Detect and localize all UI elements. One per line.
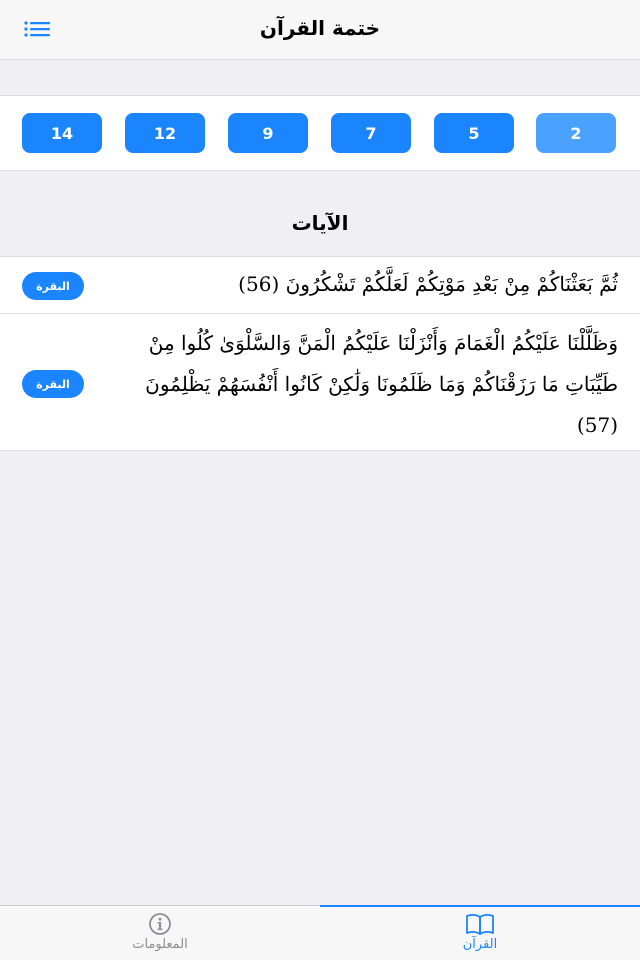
tab-quran[interactable]: القرآن	[320, 905, 640, 960]
verse-text: ثُمَّ بَعَثْنَاكُمْ مِنْ بَعْدِ مَوْتِكُ…	[238, 272, 618, 296]
info-circle-icon	[149, 913, 171, 935]
tab-info[interactable]: المعلومات	[0, 906, 320, 960]
tab-info-label: المعلومات	[132, 937, 188, 952]
tab-quran-label: القرآن	[462, 937, 498, 952]
surah-badge[interactable]: البقرة	[22, 370, 84, 398]
chip-7[interactable]: 7	[331, 113, 411, 153]
verses-section-title: الآيات	[291, 211, 349, 235]
chip-2[interactable]: 2	[536, 113, 616, 153]
chip-14[interactable]: 14	[22, 113, 102, 153]
verse-row[interactable]: ثُمَّ بَعَثْنَاكُمْ مِنْ بَعْدِ مَوْتِكُ…	[0, 257, 640, 314]
chip-9[interactable]: 9	[228, 113, 308, 153]
verse-row[interactable]: وَظَلَّلْنَا عَلَيْكُمُ الْغَمَامَ وَأَن…	[0, 315, 640, 451]
menu-button[interactable]	[24, 20, 52, 38]
navigation-bar: ختمة القرآن	[0, 0, 640, 60]
verse-text: وَظَلَّلْنَا عَلَيْكُمُ الْغَمَامَ وَأَن…	[145, 331, 618, 437]
list-menu-icon	[24, 21, 50, 37]
chip-5[interactable]: 5	[434, 113, 514, 153]
tab-bar: المعلومات القرآن	[0, 905, 640, 960]
open-book-icon	[466, 914, 494, 935]
surah-badge[interactable]: البقرة	[22, 272, 84, 300]
verses-list: ثُمَّ بَعَثْنَاكُمْ مِنْ بَعْدِ مَوْتِكُ…	[0, 256, 640, 451]
juz-selector: 14 12 9 7 5 2	[0, 95, 640, 171]
page-title: ختمة القرآن	[259, 16, 381, 40]
chip-12[interactable]: 12	[125, 113, 205, 153]
